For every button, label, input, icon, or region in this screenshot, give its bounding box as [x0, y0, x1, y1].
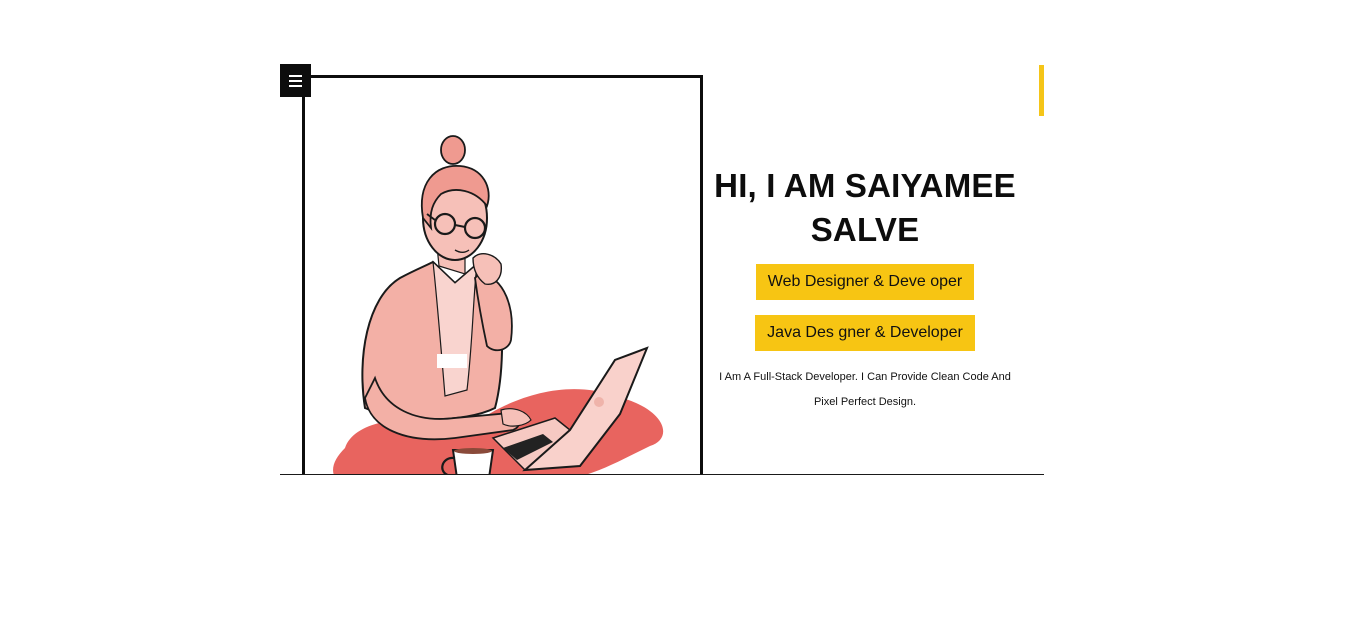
hero-title: HI, I AM SAIYAMEE SALVE: [710, 164, 1020, 252]
menu-button[interactable]: [280, 64, 311, 97]
developer-illustration: [333, 135, 664, 475]
hair-bun: [440, 135, 466, 165]
role-badge-java: Java Des gner & Developer: [755, 315, 975, 351]
coffee: [454, 448, 492, 454]
hero-title-line1: HI, I AM SAIYAMEE: [714, 167, 1016, 204]
shirt-stripe: [437, 354, 467, 368]
accent-bar: [1039, 65, 1044, 116]
role-badge-web: Web Designer & Deve oper: [755, 264, 975, 300]
laptop-logo: [594, 397, 604, 407]
page: HI, I AM SAIYAMEE SALVE Web Designer & D…: [0, 0, 1360, 623]
hero-section: HI, I AM SAIYAMEE SALVE Web Designer & D…: [280, 64, 1044, 476]
section-divider: [280, 474, 1044, 475]
intro-block: HI, I AM SAIYAMEE SALVE Web Designer & D…: [710, 164, 1020, 415]
hero-description: I Am A Full-Stack Developer. I Can Provi…: [719, 371, 1011, 408]
hamburger-line: [289, 74, 302, 77]
hamburger-line: [289, 84, 302, 87]
hero-title-line2: SALVE: [810, 211, 920, 248]
hamburger-line: [289, 79, 302, 82]
image-frame: [302, 75, 703, 475]
